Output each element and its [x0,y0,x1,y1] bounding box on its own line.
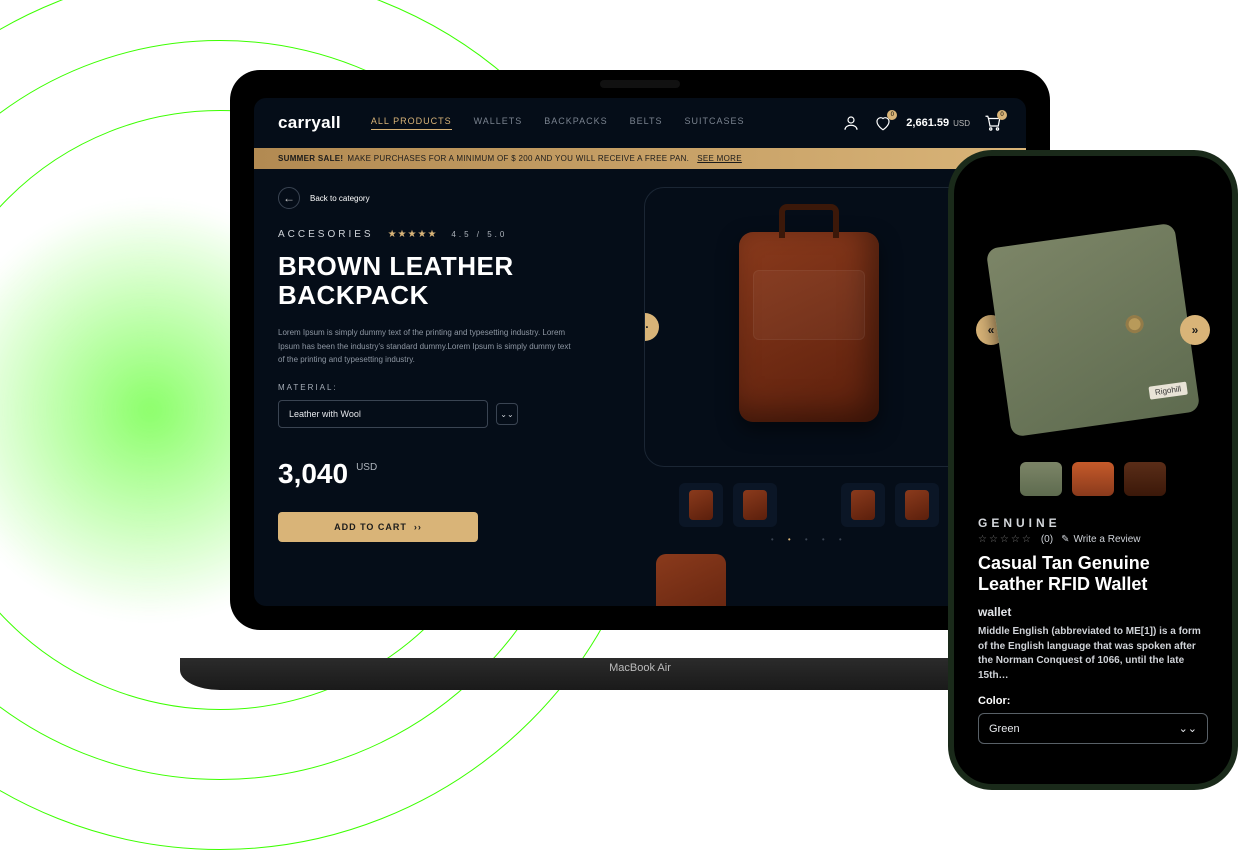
balance-display: 2,661.59 USD [906,117,970,129]
arrow-left-icon: ← [278,187,300,209]
gallery-thumbnails [978,462,1208,496]
color-select[interactable]: Green ⌄⌄ [978,713,1208,744]
gallery-thumbnails [617,483,1002,527]
wallet-brand-tag: Rigohill [1148,382,1188,400]
product-image-main: ‹· ·› [644,187,974,467]
chevron-down-icon[interactable]: ⌄⌄ [496,403,518,425]
account-icon[interactable] [842,114,860,132]
promo-prefix: SUMMER SALE! [278,154,343,163]
gallery-next-button[interactable]: » [1180,315,1210,345]
product-rating: 4.5 / 5.0 [451,230,507,239]
laptop-screen: carryall ALL PRODUCTS WALLETS BACKPACKS … [254,98,1026,606]
product-price: 3,040 [278,458,348,490]
thumbnail[interactable] [733,483,777,527]
thumbnail[interactable] [1020,462,1062,496]
gallery-prev-button[interactable]: ‹· [644,313,659,341]
wishlist-icon[interactable]: 0 [874,114,892,132]
suitcase-graphic [739,232,879,422]
color-label: Color: [978,695,1208,707]
review-count: (0) [1041,534,1053,545]
material-label: MATERIAL: [278,383,597,392]
nav-all-products[interactable]: ALL PRODUCTS [371,116,452,130]
cart-badge: 0 [997,110,1007,120]
brand-logo[interactable]: carryall [278,113,341,133]
thumbnail[interactable] [1124,462,1166,496]
promo-banner: SUMMER SALE! MAKE PURCHASES FOR A MINIMU… [254,148,1026,169]
product-brand: GENUINE [978,516,1208,530]
phone-screen: « Rigohill » GENUINE ☆☆☆☆☆ (0) ✎ Write a… [968,192,1218,764]
balance-currency: USD [953,119,970,128]
promo-text: MAKE PURCHASES FOR A MINIMUM OF $ 200 AN… [347,154,689,163]
cart-icon[interactable]: 0 [984,114,1002,132]
add-to-cart-button[interactable]: ADD TO CART ›› [278,512,478,542]
product-title: Casual Tan Genuine Leather RFID Wallet [978,553,1208,595]
thumbnail[interactable] [679,483,723,527]
wallet-graphic: Rigohill [986,223,1201,438]
nav-backpacks[interactable]: BACKPACKS [544,116,607,130]
pencil-icon: ✎ [1061,534,1069,545]
balance-amount: 2,661.59 [906,117,949,129]
product-description: Lorem Ipsum is simply dummy text of the … [278,326,578,367]
nav-belts[interactable]: BELTS [630,116,663,130]
suitcase-graphic-small [656,554,726,606]
chevron-down-icon: ⌄⌄ [1179,722,1197,735]
back-label: Back to category [310,194,370,203]
gallery-dots: • • • • • [617,535,1002,544]
phone-mockup: « Rigohill » GENUINE ☆☆☆☆☆ (0) ✎ Write a… [948,150,1238,790]
nav-suitcases[interactable]: SUITCASES [684,116,744,130]
back-to-category[interactable]: ← Back to category [278,187,597,209]
product-title: BROWN LEATHER BACKPACK [278,252,597,310]
product-image-main: « Rigohill » [978,200,1208,460]
thumbnail[interactable] [895,483,939,527]
write-review-link[interactable]: ✎ Write a Review [1061,534,1140,545]
site-header: carryall ALL PRODUCTS WALLETS BACKPACKS … [254,98,1026,148]
material-select[interactable]: Leather with Wool [278,400,488,428]
thumbnail[interactable] [841,483,885,527]
wishlist-badge: 0 [887,110,897,120]
main-nav: ALL PRODUCTS WALLETS BACKPACKS BELTS SUI… [371,116,745,130]
star-icon: ★★★★★ [388,229,438,240]
product-subtitle: wallet [978,605,1208,619]
product-category: ACCESORIES [278,229,374,240]
promo-see-more[interactable]: SEE MORE [697,154,742,163]
product-description: Middle English (abbreviated to ME[1]) is… [978,625,1208,683]
star-icon: ☆☆☆☆☆ [978,534,1033,545]
nav-wallets[interactable]: WALLETS [474,116,523,130]
price-currency: USD [356,462,377,473]
thumbnail[interactable] [1072,462,1114,496]
